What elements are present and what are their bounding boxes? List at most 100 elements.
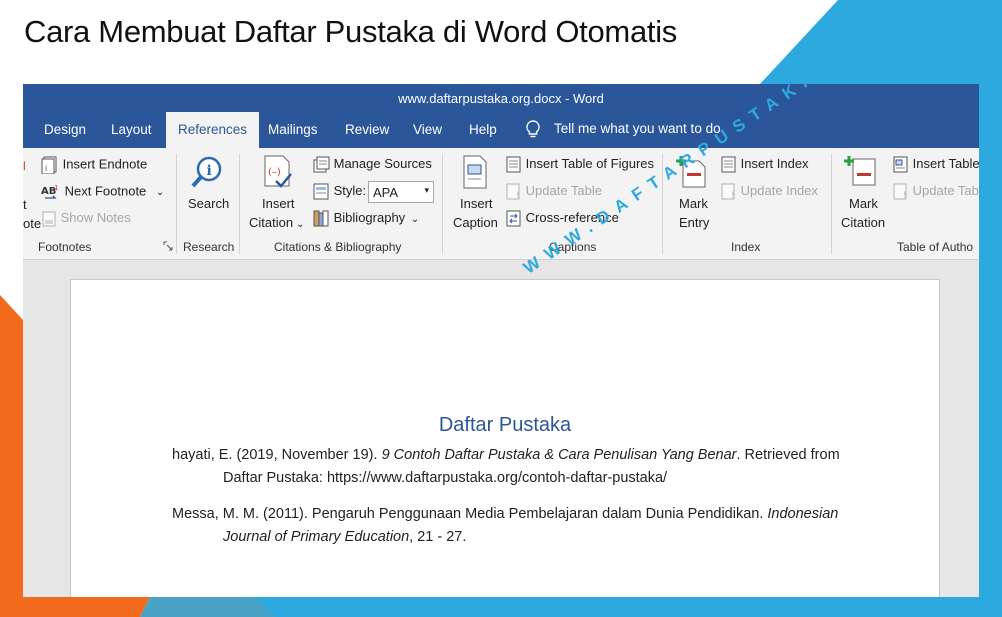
- manage-sources-button[interactable]: Manage Sources: [313, 156, 432, 173]
- orange-left-shape: [0, 295, 23, 617]
- svg-text:i: i: [207, 163, 212, 179]
- update-index-icon: !: [721, 183, 735, 200]
- bibliography-icon: [313, 210, 329, 227]
- window-title: www.daftarpustaka.org.docx - Word: [398, 91, 604, 106]
- insert-citation-icon[interactable]: (–): [262, 155, 294, 189]
- insert-endnote-label: Insert Endnote: [62, 156, 148, 172]
- footnotes-group-label: Footnotes: [38, 240, 92, 254]
- partial-label-t: t: [23, 197, 27, 212]
- style-label: Style:: [333, 183, 367, 198]
- references-ribbon: l t ote i Insert Endnote AB 1 Next Footno…: [23, 148, 979, 260]
- svg-text:!: !: [516, 191, 520, 200]
- search-icon[interactable]: i: [190, 155, 224, 189]
- insert-index-button[interactable]: Insert Index: [721, 156, 809, 173]
- style-icon: [313, 183, 329, 200]
- chevron-down-icon: ⌄: [155, 187, 165, 199]
- mark-citation-icon[interactable]: [843, 155, 879, 189]
- chevron-down-icon: ⌄: [296, 219, 305, 230]
- insert-citation-label-2[interactable]: Citation ⌄: [249, 215, 304, 230]
- mark-entry-label-2[interactable]: Entry: [679, 215, 709, 230]
- group-divider: [831, 154, 832, 254]
- update-table-icon: !: [893, 183, 907, 200]
- tab-help[interactable]: Help: [469, 122, 497, 137]
- ref1-retrieved: . Retrieved from: [736, 447, 840, 463]
- reference-2-line-2: Journal of Primary Education, 21 - 27.: [223, 529, 466, 545]
- reference-1-line-2: Daftar Pustaka: https://www.daftarpustak…: [223, 470, 668, 486]
- svg-text:(–): (–): [268, 167, 281, 178]
- cross-reference-icon: [506, 210, 521, 227]
- show-notes-label: Show Notes: [60, 210, 131, 225]
- bibliography-button[interactable]: Bibliography ⌄: [313, 210, 419, 227]
- mark-entry-label-1[interactable]: Mark: [679, 196, 708, 211]
- update-table-button[interactable]: ! Update Table: [506, 183, 602, 200]
- tab-design[interactable]: Design: [44, 122, 86, 137]
- reference-2-line-1: Messa, M. M. (2011). Pengaruh Penggunaan…: [172, 506, 838, 522]
- tab-mailings[interactable]: Mailings: [268, 122, 318, 137]
- teal-bottom-mid: [140, 597, 275, 617]
- svg-text:!: !: [903, 191, 907, 200]
- update-table-icon: !: [506, 183, 520, 200]
- title-bar: www.daftarpustaka.org.docx - Word: [23, 84, 979, 112]
- insert-table-label: Insert Table: [912, 156, 979, 171]
- bibliography-label: Bibliography: [333, 210, 406, 225]
- show-notes-button[interactable]: Show Notes: [41, 210, 131, 227]
- group-divider: [239, 154, 240, 254]
- partial-icon-edge: l: [23, 159, 26, 173]
- tab-references[interactable]: References: [166, 112, 260, 148]
- ribbon-tabs: Design Layout References Mailings Review…: [23, 112, 979, 148]
- tell-me-search[interactable]: Tell me what you want to do: [554, 121, 721, 136]
- update-table-of-authorities-label: Update Table: [912, 183, 979, 198]
- svg-text:!: !: [731, 191, 735, 200]
- insert-index-label: Insert Index: [740, 156, 809, 171]
- insert-table-of-figures-button[interactable]: Insert Table of Figures: [506, 156, 654, 173]
- endnote-icon: i: [41, 156, 57, 174]
- research-group-label: Research: [183, 240, 235, 254]
- cyan-right-edge: [979, 84, 1002, 617]
- insert-caption-label-1[interactable]: Insert: [460, 196, 493, 211]
- word-window: www.daftarpustaka.org.docx - Word Design…: [23, 84, 979, 597]
- bibliography-heading: Daftar Pustaka: [438, 414, 572, 436]
- page-headline: Cara Membuat Daftar Pustaka di Word Otom…: [24, 14, 677, 49]
- insert-table-of-authorities-icon: [893, 156, 908, 173]
- reference-1-line-1: hayati, E. (2019, November 19). 9 Contoh…: [172, 447, 840, 463]
- tab-view[interactable]: View: [413, 122, 442, 137]
- ref2-journal-end: Journal of Primary Education: [223, 529, 410, 545]
- update-index-button[interactable]: ! Update Index: [721, 183, 818, 200]
- insert-caption-label-2[interactable]: Caption: [453, 215, 498, 230]
- update-index-label: Update Index: [740, 183, 818, 198]
- manage-sources-icon: [313, 156, 330, 173]
- document-page[interactable]: Daftar Pustaka hayati, E. (2019, Novembe…: [70, 279, 940, 597]
- insert-endnote-button[interactable]: i Insert Endnote: [41, 156, 147, 174]
- mark-citation-label-2[interactable]: Citation: [841, 215, 885, 230]
- svg-text:i: i: [45, 164, 47, 173]
- next-footnote-icon: AB1: [41, 184, 58, 199]
- dialog-launcher-icon[interactable]: [163, 241, 173, 251]
- svg-text:1: 1: [54, 184, 58, 192]
- update-table-of-authorities-button[interactable]: ! Update Table: [893, 183, 979, 200]
- update-table-label: Update Table: [525, 183, 602, 198]
- ref1-authors: hayati, E. (2019, November 19).: [172, 447, 382, 463]
- table-of-authorities-group-label: Table of Autho: [897, 240, 974, 254]
- tab-review[interactable]: Review: [345, 122, 389, 137]
- mark-citation-label-1[interactable]: Mark: [849, 196, 878, 211]
- insert-table-of-authorities-button[interactable]: Insert Table: [893, 156, 979, 173]
- partial-label-ote: ote: [23, 216, 42, 231]
- style-dropdown[interactable]: APA ▾: [368, 181, 434, 203]
- ref1-title: 9 Contoh Daftar Pustaka & Cara Penulisan…: [381, 447, 737, 463]
- group-divider: [442, 154, 443, 254]
- ref2-pages: , 21 - 27.: [409, 529, 467, 545]
- ref2-authors-title: Messa, M. M. (2011). Pengaruh Penggunaan…: [172, 506, 768, 522]
- style-selector: Style:: [313, 183, 366, 200]
- style-dropdown-value: APA: [373, 185, 399, 200]
- insert-citation-text: Citation: [249, 215, 294, 230]
- search-button-label[interactable]: Search: [188, 196, 229, 211]
- dropdown-arrow-icon: ▾: [424, 185, 429, 195]
- lightbulb-icon: [526, 120, 540, 138]
- manage-sources-label: Manage Sources: [333, 156, 432, 171]
- insert-caption-icon[interactable]: [462, 155, 488, 189]
- next-footnote-label: Next Footnote: [64, 183, 147, 199]
- insert-citation-label-1[interactable]: Insert: [262, 196, 295, 211]
- insert-table-of-figures-label: Insert Table of Figures: [525, 156, 655, 171]
- next-footnote-button[interactable]: AB 1 Next Footnote ⌄: [41, 183, 164, 201]
- tab-layout[interactable]: Layout: [111, 122, 152, 137]
